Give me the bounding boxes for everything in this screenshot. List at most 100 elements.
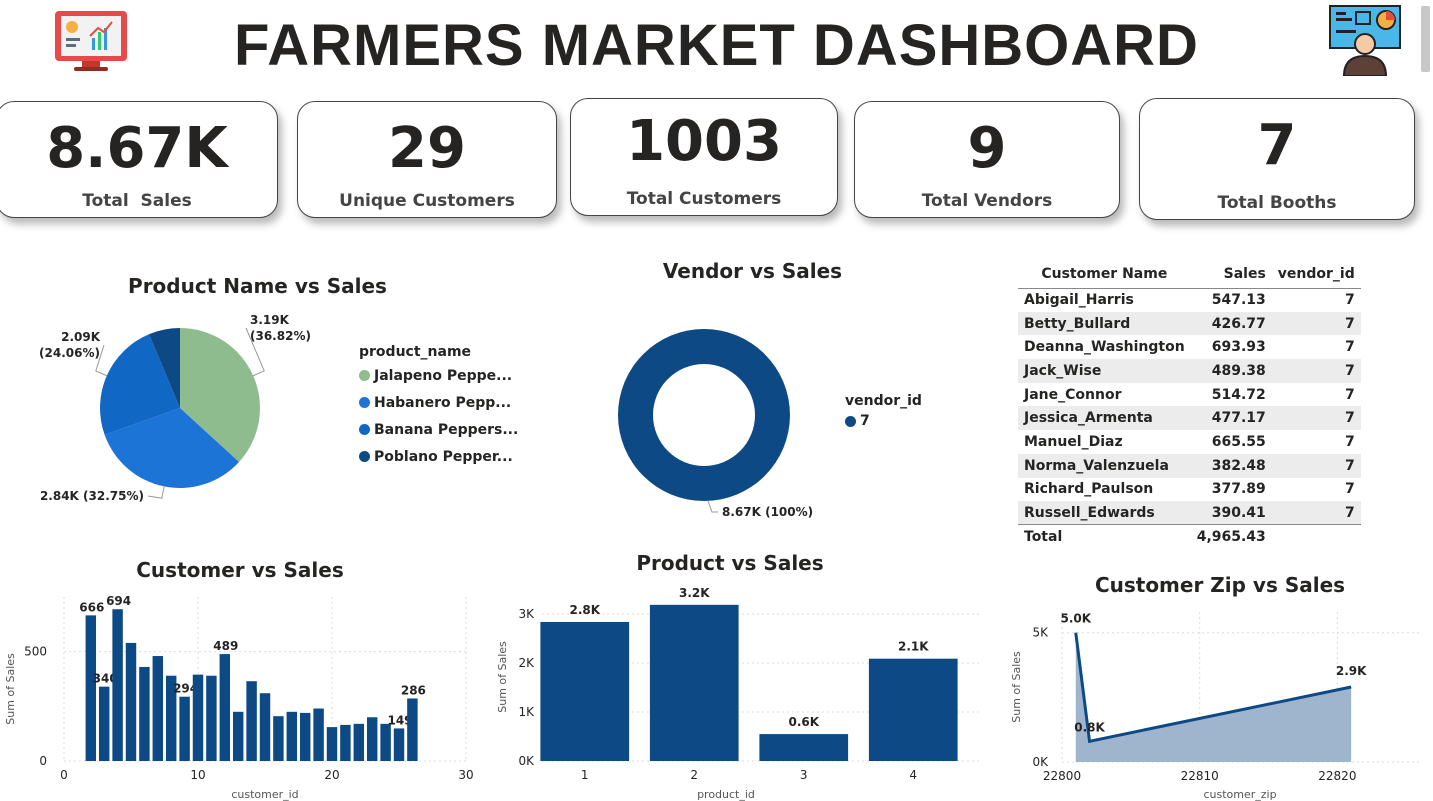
bar (393, 728, 405, 761)
table-cell: 514.72 (1211, 386, 1266, 403)
legend-item[interactable]: Jalapeno Peppe... (359, 362, 518, 389)
y-axis-label: Sum of Sales (4, 653, 17, 725)
leader-line (707, 500, 718, 513)
bar (366, 717, 378, 761)
legend-label: Habanero Pepp... (374, 394, 512, 411)
area-fill (1075, 632, 1352, 762)
table-cell: 7 (1271, 453, 1361, 478)
x-tick-label: 30 (458, 768, 473, 782)
bar (179, 696, 190, 761)
customer-bar-chart: 0 10 20 300500666340694294489149286customer… (4, 594, 474, 801)
legend-dot (845, 415, 856, 427)
bar (353, 723, 365, 761)
x-tick-label: 10 (190, 768, 205, 782)
scrollbar[interactable] (1421, 6, 1430, 72)
data-label: 0.8K (1074, 720, 1105, 734)
kpi-label: Unique Customers (339, 191, 515, 211)
bar (649, 604, 739, 761)
column-header[interactable]: vendor_id (1271, 260, 1361, 289)
table-cell: 7 (1345, 433, 1355, 450)
bar (759, 734, 849, 761)
bar (407, 698, 418, 761)
legend-dot (359, 397, 370, 408)
table-row[interactable]: Jane_Connor 514.72 7 (1018, 383, 1361, 407)
table-row[interactable]: Deanna_Washington 693.93 7 (1018, 335, 1361, 359)
table-row[interactable]: Betty_Bullard 426.77 7 (1018, 311, 1361, 336)
bar (219, 654, 231, 761)
kpi-label: Total Booths (1217, 193, 1337, 213)
y-axis-label: Sum of Sales (1010, 651, 1023, 723)
column-header[interactable]: Sales (1190, 260, 1272, 289)
legend-title: vendor_id (845, 393, 922, 409)
bar (380, 723, 391, 761)
table-row[interactable]: Richard_Paulson 377.89 7 (1018, 478, 1361, 502)
table-row[interactable]: Manuel_Diaz 665.55 7 (1018, 430, 1361, 454)
table-cell: Jessica_Armenta (1018, 406, 1191, 431)
y-tick-label: 0K (1032, 755, 1049, 769)
table-cell: 7 (1271, 501, 1361, 525)
legend-dot (359, 424, 370, 435)
table-cell: 7 (1345, 481, 1355, 498)
y-tick-label: 0 (39, 754, 47, 768)
bar (273, 716, 284, 761)
bar (540, 621, 630, 761)
data-label: 2.1K (898, 640, 929, 654)
data-label: (24.06%) (39, 346, 100, 360)
table-row[interactable]: Jessica_Armenta 477.17 7 (1018, 406, 1361, 431)
zip-area-title: Customer Zip vs Sales (1094, 573, 1346, 597)
kpi-label: Total Customers (626, 189, 782, 209)
y-tick-label: 0K (518, 754, 535, 768)
table-cell (1271, 524, 1361, 549)
table-cell: Jack_Wise (1018, 359, 1191, 383)
table-row[interactable]: Russell_Edwards 390.41 7 (1018, 501, 1361, 525)
x-tick-label: 2 (690, 768, 698, 782)
table-total-row: Total 4,965.43 (1018, 524, 1361, 549)
table-row[interactable]: Jack_Wise 489.38 7 (1018, 359, 1361, 383)
bar (232, 711, 244, 761)
x-axis-label: customer_zip (1203, 788, 1276, 801)
bar (125, 642, 137, 761)
bar (139, 666, 150, 761)
table-cell: 4,965.43 (1190, 524, 1272, 549)
table-cell: 7 (1271, 406, 1361, 431)
table-cell: 7 (1271, 311, 1361, 336)
legend-item[interactable]: 7 (845, 409, 922, 433)
x-tick-label: 1 (581, 768, 589, 782)
x-tick-label: 4 (909, 768, 917, 782)
legend-label: Jalapeno Peppe... (374, 367, 513, 384)
data-label: 666 (79, 600, 104, 614)
bar (85, 615, 97, 761)
table-cell: Abigail_Harris (1024, 292, 1134, 309)
x-tick-label: 20 (324, 768, 339, 782)
zip-area-chart: 0K 5K 22800 22810 22820 5.0K 0.8K 2.9K customer_… (1010, 612, 1420, 801)
data-label: 3.2K (679, 586, 710, 600)
x-tick-label: 22800 (1043, 769, 1081, 783)
legend-label: 7 (860, 413, 870, 429)
table-cell: 426.77 (1190, 311, 1272, 336)
column-header[interactable]: Customer Name (1018, 260, 1191, 289)
x-tick-label: 22810 (1181, 769, 1219, 783)
data-label: 286 (401, 683, 426, 697)
table-cell: Norma_Valenzuela (1018, 453, 1191, 478)
legend-item[interactable]: Banana Peppers... (359, 416, 518, 443)
data-label: 694 (106, 594, 131, 608)
kpi-total-sales: 8.67K Total Sales (0, 101, 278, 218)
bar (340, 724, 351, 761)
pie-legend: product_name Jalapeno Peppe... Habanero … (359, 344, 518, 470)
table-cell: 489.38 (1190, 359, 1272, 383)
table-cell: Betty_Bullard (1018, 311, 1191, 336)
table-row[interactable]: Norma_Valenzuela 382.48 7 (1018, 453, 1361, 478)
product-pie-chart: 3.19K (36.82%) 2.84K (32.75%) 2.09K (24.06%) (39, 313, 311, 503)
bar (313, 708, 324, 761)
table-row[interactable]: Abigail_Harris 547.13 7 (1018, 288, 1361, 312)
donut-chart-title: Vendor vs Sales (662, 259, 843, 283)
data-label: 2.09K (61, 330, 101, 344)
table-cell: 7 (1271, 359, 1361, 383)
kpi-unique-customers: 29 Unique Customers (297, 101, 557, 218)
table-cell: 390.41 (1190, 501, 1272, 525)
legend-label: Banana Peppers... (374, 421, 519, 438)
table-cell: Richard_Paulson (1024, 481, 1154, 498)
kpi-total-customers: 1003 Total Customers (570, 98, 838, 216)
legend-item[interactable]: Poblano Pepper... (359, 443, 518, 470)
legend-item[interactable]: Habanero Pepp... (359, 389, 518, 416)
